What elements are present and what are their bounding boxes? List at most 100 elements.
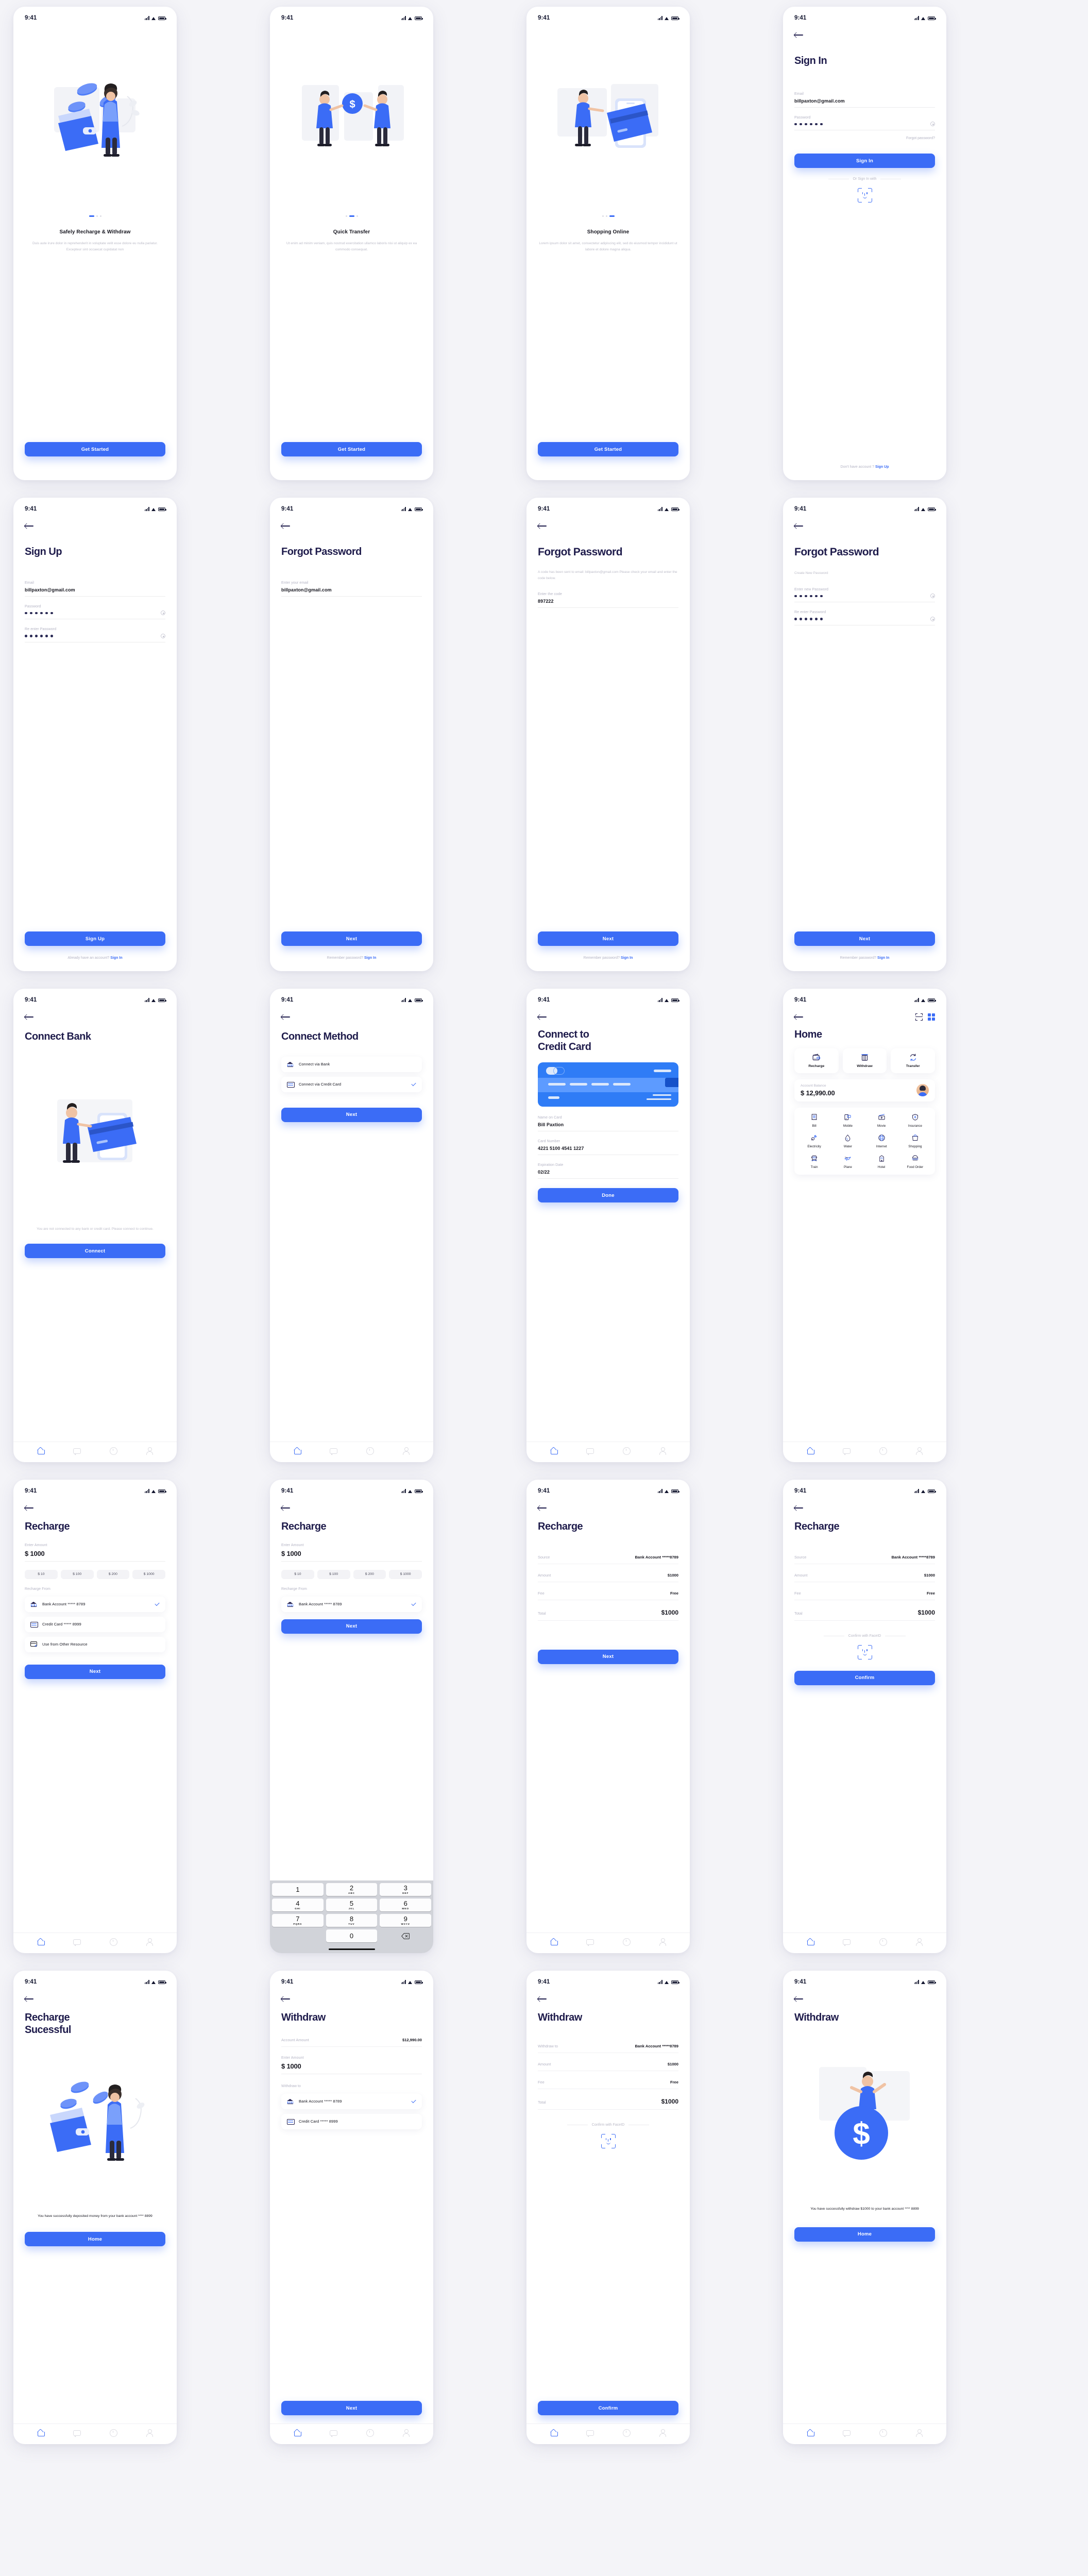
get-started-button[interactable]: Get Started: [538, 442, 678, 456]
back-arrow-icon[interactable]: [794, 1013, 804, 1021]
next-button[interactable]: Next: [281, 931, 422, 946]
back-arrow-icon[interactable]: [794, 1504, 804, 1512]
amount-chip[interactable]: $ 100: [317, 1569, 350, 1579]
nav-profile-icon[interactable]: [402, 1447, 410, 1455]
nav-history-icon[interactable]: [366, 1447, 374, 1455]
key-3[interactable]: 3 DEF: [380, 1883, 432, 1896]
nav-profile-icon[interactable]: [915, 1447, 923, 1455]
next-button[interactable]: Next: [538, 931, 678, 946]
service-train[interactable]: Train: [797, 1155, 831, 1169]
service-bill[interactable]: Bill: [797, 1113, 831, 1128]
nav-chat-icon[interactable]: [843, 2429, 851, 2437]
password-field[interactable]: Password: [25, 605, 165, 620]
email-field[interactable]: Email billpaxton@gmail.com: [25, 581, 165, 597]
signin-link[interactable]: Sign In: [621, 956, 633, 960]
done-button[interactable]: Done: [538, 1188, 678, 1203]
amount-chip[interactable]: $ 200: [353, 1569, 386, 1579]
nav-history-icon[interactable]: [879, 1938, 887, 1946]
next-button[interactable]: Next: [281, 2401, 422, 2415]
nav-home-icon[interactable]: [807, 1938, 815, 1945]
amount-chip[interactable]: $ 200: [96, 1569, 130, 1579]
nav-chat-icon[interactable]: [73, 2429, 81, 2437]
quick-action-recharge[interactable]: Recharge: [794, 1048, 839, 1073]
new-password-field[interactable]: Enter new Password: [794, 588, 935, 603]
connect-option-credit-card[interactable]: Connect via Credit Card: [281, 1076, 422, 1092]
re-password-field[interactable]: Re enter Password: [794, 611, 935, 625]
back-arrow-icon[interactable]: [25, 522, 34, 530]
service-water[interactable]: Water: [831, 1134, 864, 1148]
qr-code-icon[interactable]: [928, 1013, 935, 1021]
back-arrow-icon[interactable]: [25, 1504, 34, 1512]
back-arrow-icon[interactable]: [25, 1013, 34, 1021]
nav-chat-icon[interactable]: [330, 2429, 338, 2437]
nav-history-icon[interactable]: [622, 1938, 631, 1946]
back-arrow-icon[interactable]: [794, 1995, 804, 2003]
destination-option-bank[interactable]: Bank Account ***** 8789: [281, 2093, 422, 2109]
nav-profile-icon[interactable]: [915, 2429, 923, 2437]
nav-profile-icon[interactable]: [146, 2429, 153, 2437]
source-option-credit-card[interactable]: Credit Card ***** 8999: [25, 1616, 165, 1632]
service-electricity[interactable]: Electricity: [797, 1134, 831, 1148]
service-shopping[interactable]: Shopping: [898, 1134, 932, 1148]
eye-icon[interactable]: [161, 633, 165, 638]
nav-history-icon[interactable]: [622, 2429, 631, 2437]
confirm-button[interactable]: Confirm: [794, 1670, 935, 1685]
nav-chat-icon[interactable]: [586, 1938, 594, 1946]
next-button[interactable]: Next: [281, 1619, 422, 1634]
nav-home-icon[interactable]: [550, 2429, 558, 2436]
quick-action-transfer[interactable]: Transfer: [891, 1048, 936, 1073]
name-on-card-field[interactable]: Name on Card Bill Paxtion: [538, 1116, 678, 1132]
key-1[interactable]: 1: [272, 1883, 324, 1896]
nav-chat-icon[interactable]: [73, 1447, 81, 1455]
back-arrow-icon[interactable]: [794, 31, 804, 39]
service-movie[interactable]: Movie: [865, 1113, 898, 1128]
nav-profile-icon[interactable]: [659, 2429, 666, 2437]
signup-link[interactable]: Sign Up: [875, 465, 889, 469]
next-button[interactable]: Next: [538, 1649, 678, 1664]
nav-history-icon[interactable]: [109, 2429, 117, 2437]
repassword-field[interactable]: Re enter Password: [25, 628, 165, 642]
scan-icon[interactable]: [915, 1013, 923, 1021]
back-arrow-icon[interactable]: [538, 1504, 547, 1512]
nav-home-icon[interactable]: [807, 2429, 815, 2436]
amount-chip[interactable]: $ 100: [60, 1569, 94, 1579]
nav-profile-icon[interactable]: [402, 2429, 410, 2437]
code-field[interactable]: Enter the code 897222: [538, 592, 678, 608]
nav-chat-icon[interactable]: [586, 1447, 594, 1455]
key-9[interactable]: 9 WXYZ: [380, 1914, 432, 1927]
faceid-icon[interactable]: [601, 2133, 616, 2148]
nav-history-icon[interactable]: [109, 1447, 117, 1455]
back-arrow-icon[interactable]: [794, 522, 804, 530]
nav-home-icon[interactable]: [294, 2429, 302, 2436]
confirm-button[interactable]: Confirm: [538, 2401, 678, 2415]
nav-history-icon[interactable]: [622, 1447, 631, 1455]
nav-chat-icon[interactable]: [586, 2429, 594, 2437]
eye-icon[interactable]: [930, 616, 935, 621]
back-arrow-icon[interactable]: [281, 1995, 291, 2003]
nav-profile-icon[interactable]: [659, 1938, 666, 1946]
service-insurance[interactable]: Insurance: [898, 1113, 932, 1128]
nav-profile-icon[interactable]: [659, 1447, 666, 1455]
nav-history-icon[interactable]: [366, 2429, 374, 2437]
nav-profile-icon[interactable]: [146, 1447, 153, 1455]
next-button[interactable]: Next: [25, 1664, 165, 1679]
faceid-icon[interactable]: [857, 1645, 872, 1659]
back-arrow-icon[interactable]: [538, 522, 547, 530]
nav-chat-icon[interactable]: [330, 1447, 338, 1455]
sign-in-button[interactable]: Sign In: [794, 154, 935, 168]
email-field[interactable]: Email billpaxton@gmail.com: [794, 92, 935, 108]
service-mobile[interactable]: Mobile: [831, 1113, 864, 1128]
nav-profile-icon[interactable]: [146, 1938, 153, 1946]
signin-link[interactable]: Sign In: [110, 956, 122, 960]
nav-home-icon[interactable]: [807, 1447, 815, 1454]
back-arrow-icon[interactable]: [281, 522, 291, 530]
avatar[interactable]: [916, 1084, 929, 1097]
destination-option-credit-card[interactable]: Credit Card ***** 8999: [281, 2113, 422, 2129]
amount-field[interactable]: Enter Amount $ 1000: [281, 2056, 422, 2074]
nav-profile-icon[interactable]: [915, 1938, 923, 1946]
source-option-bank[interactable]: Bank Account ***** 8789: [25, 1596, 165, 1612]
amount-chip[interactable]: $ 10: [25, 1569, 58, 1579]
nav-history-icon[interactable]: [879, 2429, 887, 2437]
nav-home-icon[interactable]: [550, 1447, 558, 1454]
key-2[interactable]: 2 ABC: [326, 1883, 378, 1896]
